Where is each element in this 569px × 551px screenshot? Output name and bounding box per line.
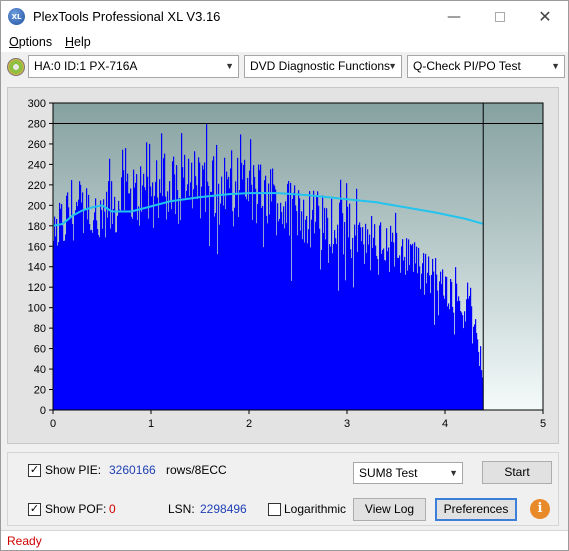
- chevron-down-icon: ▼: [449, 468, 458, 478]
- minimize-button[interactable]: —: [431, 1, 477, 32]
- drive-select[interactable]: HA:0 ID:1 PX-716A ▼: [28, 55, 239, 78]
- sum-test-select-value: SUM8 Test: [359, 466, 418, 480]
- toolbar: HA:0 ID:1 PX-716A ▼ DVD Diagnostic Funct…: [1, 52, 568, 82]
- y-tick-label: 200: [28, 200, 46, 212]
- test-select[interactable]: Q-Check PI/PO Test ▼: [407, 55, 565, 78]
- x-tick-label: 3: [344, 418, 350, 430]
- x-tick-label: 4: [442, 418, 448, 430]
- y-tick-label: 260: [28, 139, 46, 151]
- y-tick-label: 160: [28, 241, 46, 253]
- x-tick-label: 2: [246, 418, 252, 430]
- pie-unit: rows/8ECC: [166, 463, 227, 477]
- title-bar: XL PlexTools Professional XL V3.16 — ✕: [1, 1, 568, 32]
- show-pie-label: Show PIE:: [45, 463, 102, 477]
- status-text: Ready: [7, 534, 42, 548]
- show-pof-label: Show POF:: [45, 502, 107, 516]
- app-window: XL PlexTools Professional XL V3.16 — ✕ O…: [0, 0, 569, 551]
- x-tick-label: 5: [540, 418, 546, 430]
- app-logo-icon: XL: [8, 8, 25, 25]
- y-tick-label: 140: [28, 262, 46, 274]
- show-pie-checkbox[interactable]: ✓: [28, 464, 41, 477]
- test-select-value: Q-Check PI/PO Test: [413, 59, 521, 73]
- y-tick-label: 120: [28, 282, 46, 294]
- y-tick-label: 180: [28, 221, 46, 233]
- status-bar: Ready: [1, 530, 568, 550]
- y-tick-label: 280: [28, 118, 46, 130]
- x-tick-label: 0: [50, 418, 56, 430]
- function-select[interactable]: DVD Diagnostic Functions ▼: [244, 55, 402, 78]
- lsn-label: LSN:: [168, 502, 195, 516]
- pie-chart: 0204060801001201401601802002202402602803…: [28, 98, 546, 430]
- x-axis: 0 1 2 3 4 5: [50, 410, 546, 430]
- y-tick-label: 100: [28, 303, 46, 315]
- sum-test-select[interactable]: SUM8 Test ▼: [353, 462, 463, 484]
- y-tick-label: 220: [28, 180, 46, 192]
- pof-value: 0: [109, 502, 116, 516]
- menu-help-accel: H: [65, 35, 75, 49]
- window-title: PlexTools Professional XL V3.16: [33, 9, 221, 24]
- y-tick-label: 240: [28, 159, 46, 171]
- disc-drive-icon: [7, 58, 25, 76]
- y-tick-label: 40: [34, 364, 46, 376]
- y-tick-label: 60: [34, 344, 46, 356]
- chevron-down-icon: ▼: [388, 61, 397, 71]
- maximize-button[interactable]: [477, 1, 523, 32]
- chevron-down-icon: ▼: [225, 61, 234, 71]
- y-tick-label: 300: [28, 98, 46, 110]
- info-icon[interactable]: i: [530, 499, 550, 519]
- controls-panel: ✓ Show PIE: 3260166 rows/8ECC SUM8 Test …: [7, 452, 559, 526]
- y-tick-label: 20: [34, 385, 46, 397]
- menu-bar: Options Help: [1, 32, 568, 52]
- start-button[interactable]: Start: [482, 461, 552, 484]
- lsn-value: 2298496: [200, 502, 247, 516]
- menu-options-accel: O: [9, 35, 19, 49]
- logarithmic-label: Logarithmic: [284, 502, 347, 516]
- logarithmic-checkbox[interactable]: [268, 503, 281, 516]
- y-tick-label: 80: [34, 323, 46, 335]
- drive-select-value: HA:0 ID:1 PX-716A: [34, 59, 138, 73]
- y-axis: 0 20 40 60 80 100 120 140 160 180 200 220 240 260 280 3…: [28, 98, 53, 417]
- chart-panel: 0 20 40 60 80 100 120 140 160 180 200 220 240 260 280 3…: [7, 87, 559, 444]
- close-button[interactable]: ✕: [522, 1, 568, 32]
- x-tick-label: 1: [148, 418, 154, 430]
- view-log-button[interactable]: View Log: [353, 498, 426, 521]
- function-select-value: DVD Diagnostic Functions: [250, 59, 391, 73]
- show-pof-checkbox[interactable]: ✓: [28, 503, 41, 516]
- preferences-button[interactable]: Preferences: [435, 498, 517, 521]
- pie-value: 3260166: [109, 463, 156, 477]
- y-tick-label: 0: [40, 405, 46, 417]
- chevron-down-icon: ▼: [551, 61, 560, 71]
- menu-help[interactable]: Help: [65, 35, 91, 49]
- menu-options[interactable]: Options: [9, 35, 52, 49]
